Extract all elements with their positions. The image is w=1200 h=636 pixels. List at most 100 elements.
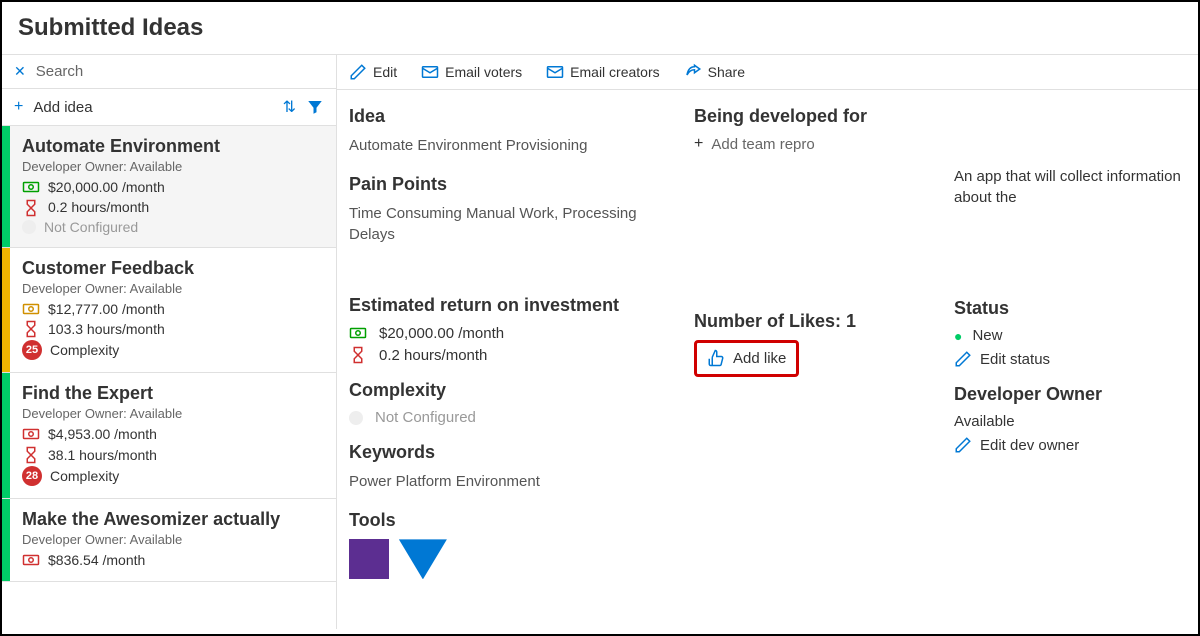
right-panel: Edit Email voters Email creators Share I… <box>337 55 1198 629</box>
close-icon[interactable]: ✕ <box>14 63 26 80</box>
notconf-icon <box>349 411 363 425</box>
idea-title: Make the Awesomizer actually <box>22 509 324 530</box>
likes-label: Number of Likes: 1 <box>694 311 934 332</box>
mail-icon <box>546 63 564 81</box>
share-icon <box>684 63 702 81</box>
detail-area: Idea Automate Environment Provisioning P… <box>337 90 1198 629</box>
edit-button[interactable]: Edit <box>349 63 397 81</box>
add-idea-label[interactable]: Add idea <box>33 99 272 116</box>
share-button[interactable]: Share <box>684 63 745 81</box>
idea-complexity: 28 Complexity <box>22 466 324 486</box>
idea-money: $836.54 /month <box>22 551 324 569</box>
tools-thumbs <box>349 539 674 582</box>
idea-complexity: Not Configured <box>22 219 324 235</box>
complexity-badge: 28 <box>22 466 42 486</box>
idea-owner: Developer Owner: Available <box>22 281 324 296</box>
idea-owner: Developer Owner: Available <box>22 532 324 547</box>
idea-item[interactable]: Make the Awesomizer actually Developer O… <box>2 499 336 582</box>
email-creators-button[interactable]: Email creators <box>546 63 659 81</box>
status-bar <box>2 499 10 581</box>
edit-status-button[interactable]: Edit status <box>954 350 1186 368</box>
idea-hours: 103.3 hours/month <box>22 320 324 338</box>
tool-thumb-blue <box>399 539 447 579</box>
hourglass-icon <box>22 198 40 216</box>
idea-money: $20,000.00 /month <box>22 178 324 196</box>
description-text: An app that will collect information abo… <box>954 166 1186 208</box>
detail-col2: Being developed for + Add team repro Num… <box>694 106 954 613</box>
toolbar: Edit Email voters Email creators Share <box>337 55 1198 90</box>
add-idea-row: + Add idea ⇅ <box>2 89 336 126</box>
status-bar <box>2 126 10 247</box>
pencil-icon <box>349 63 367 81</box>
idea-content: Find the Expert Developer Owner: Availab… <box>10 373 336 498</box>
roi-hours: 0.2 hours/month <box>349 346 674 364</box>
filter-icon[interactable] <box>306 98 324 116</box>
idea-money: $4,953.00 /month <box>22 425 324 443</box>
pencil-icon <box>954 436 972 454</box>
page-title: Submitted Ideas <box>18 14 1182 42</box>
being-dev-label: Being developed for <box>694 106 934 127</box>
money-icon <box>22 178 40 196</box>
main-content: ✕ + Add idea ⇅ Automate Environment Deve… <box>2 55 1198 629</box>
idea-hours: 0.2 hours/month <box>22 198 324 216</box>
idea-label: Idea <box>349 106 674 127</box>
search-row: ✕ <box>2 55 336 89</box>
idea-title: Automate Environment <box>22 136 324 157</box>
idea-content: Customer Feedback Developer Owner: Avail… <box>10 248 336 373</box>
idea-owner: Developer Owner: Available <box>22 406 324 421</box>
complexity-value: Not Configured <box>349 409 674 426</box>
idea-title: Find the Expert <box>22 383 324 404</box>
idea-list: Automate Environment Developer Owner: Av… <box>2 126 336 629</box>
plus-icon: + <box>694 135 703 153</box>
mail-icon <box>421 63 439 81</box>
sort-icon[interactable]: ⇅ <box>283 97 296 117</box>
page-header: Submitted Ideas <box>2 2 1198 55</box>
detail-col3: An app that will collect information abo… <box>954 106 1186 613</box>
keywords-value: Power Platform Environment <box>349 471 674 492</box>
add-like-button[interactable]: Add like <box>694 340 799 376</box>
idea-content: Automate Environment Developer Owner: Av… <box>10 126 336 247</box>
tools-label: Tools <box>349 510 674 531</box>
tool-thumb-purple <box>349 539 389 579</box>
roi-label: Estimated return on investment <box>349 295 674 316</box>
idea-item[interactable]: Find the Expert Developer Owner: Availab… <box>2 373 336 499</box>
status-dot-icon: ● <box>954 328 962 344</box>
money-icon <box>22 300 40 318</box>
idea-item[interactable]: Automate Environment Developer Owner: Av… <box>2 126 336 248</box>
pain-value: Time Consuming Manual Work, Processing D… <box>349 203 674 245</box>
detail-col1: Idea Automate Environment Provisioning P… <box>349 106 694 613</box>
idea-hours: 38.1 hours/month <box>22 445 324 463</box>
dev-owner-value: Available <box>954 413 1186 430</box>
status-bar <box>2 373 10 498</box>
idea-owner: Developer Owner: Available <box>22 159 324 174</box>
thumbs-up-icon <box>707 349 725 367</box>
money-icon <box>349 324 367 342</box>
left-panel: ✕ + Add idea ⇅ Automate Environment Deve… <box>2 55 337 629</box>
idea-content: Make the Awesomizer actually Developer O… <box>10 499 336 581</box>
email-voters-button[interactable]: Email voters <box>421 63 522 81</box>
complexity-badge: 25 <box>22 340 42 360</box>
hourglass-icon <box>22 320 40 338</box>
edit-dev-owner-button[interactable]: Edit dev owner <box>954 436 1186 454</box>
pain-label: Pain Points <box>349 174 674 195</box>
status-bar <box>2 248 10 373</box>
status-label: Status <box>954 298 1186 319</box>
add-team-button[interactable]: + Add team repro <box>694 135 934 153</box>
hourglass-icon <box>22 445 40 463</box>
plus-icon[interactable]: + <box>14 98 23 116</box>
pencil-icon <box>954 350 972 368</box>
notconf-icon <box>22 220 36 234</box>
idea-complexity: 25 Complexity <box>22 340 324 360</box>
idea-value: Automate Environment Provisioning <box>349 135 674 156</box>
keywords-label: Keywords <box>349 442 674 463</box>
complexity-label: Complexity <box>349 380 674 401</box>
roi-money: $20,000.00 /month <box>349 324 674 342</box>
dev-owner-label: Developer Owner <box>954 384 1186 405</box>
money-icon <box>22 551 40 569</box>
search-input[interactable] <box>36 63 324 80</box>
money-icon <box>22 425 40 443</box>
idea-item[interactable]: Customer Feedback Developer Owner: Avail… <box>2 248 336 374</box>
status-value: ● New <box>954 327 1186 344</box>
idea-title: Customer Feedback <box>22 258 324 279</box>
hourglass-icon <box>349 346 367 364</box>
